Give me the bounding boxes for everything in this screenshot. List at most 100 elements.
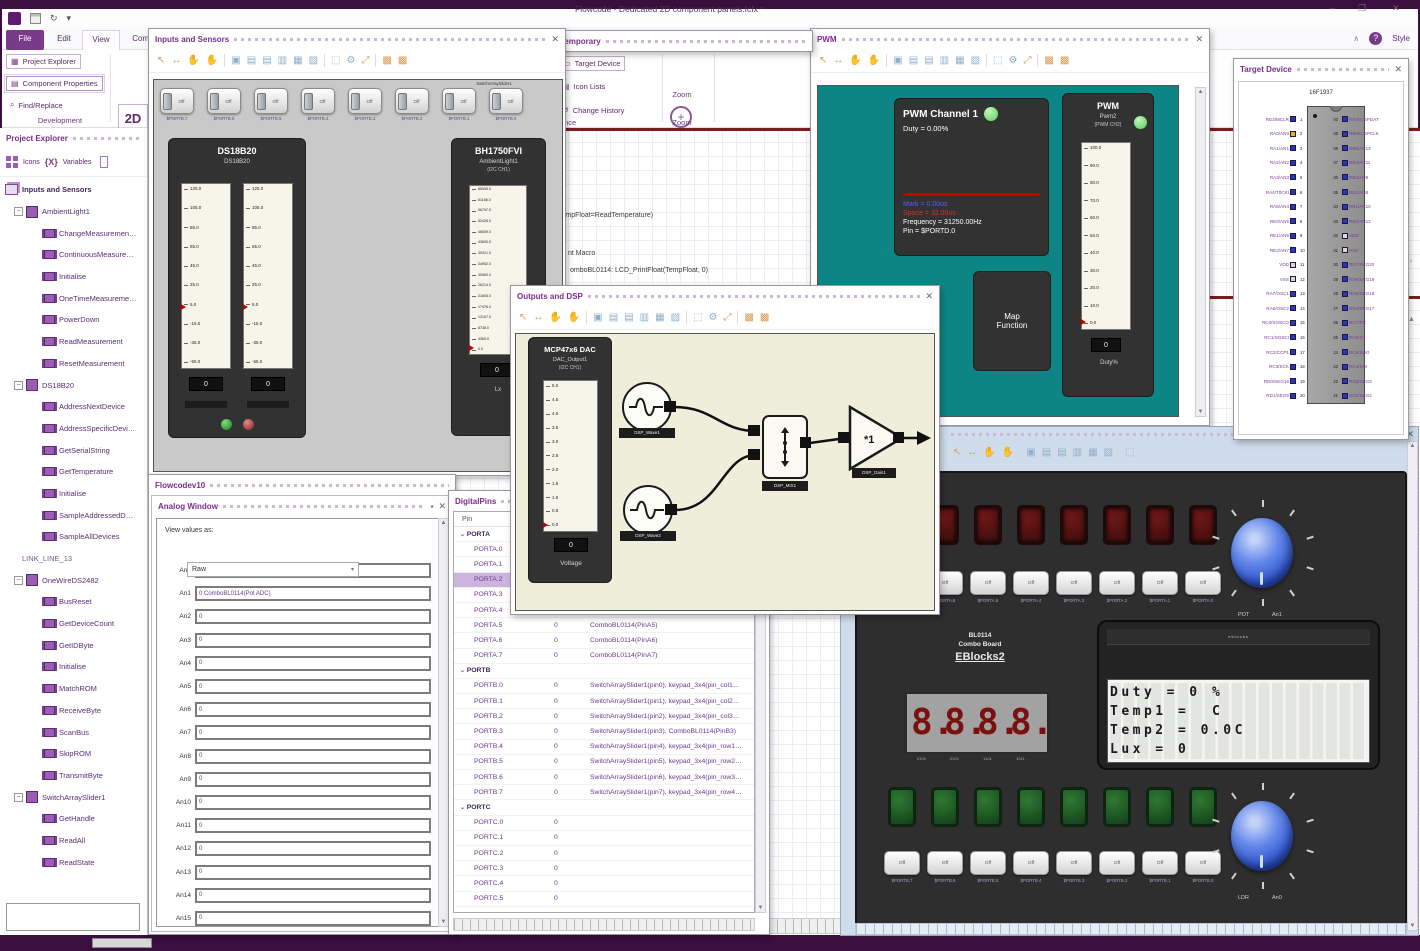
toggle-button[interactable]: Off — [1013, 571, 1049, 595]
toolbar-icon[interactable]: ↔ — [171, 55, 181, 66]
toolbar-icon[interactable] — [1037, 54, 1039, 67]
tree-item[interactable]: − ReadState — [0, 851, 147, 873]
tree-item[interactable]: − Inputs and Sensors — [0, 179, 147, 201]
slide-switch[interactable]: Off — [348, 88, 382, 114]
toolbar-icon[interactable]: ▩ — [760, 312, 769, 323]
toolbar-icon[interactable]: ▦ — [1088, 448, 1097, 458]
analog-row[interactable]: An2 0 — [157, 605, 439, 628]
toolbar-icon[interactable]: ▤ — [624, 312, 633, 323]
slide-switch[interactable]: Off — [442, 88, 476, 114]
analog-row[interactable]: An4 0 — [157, 652, 439, 675]
toolbar-icon[interactable]: ▧ — [1104, 448, 1113, 458]
toolbar-icon[interactable]: ▤ — [1042, 448, 1051, 458]
pin-row[interactable]: PORTB — [454, 664, 754, 679]
analog-row[interactable]: An9 0 — [157, 768, 439, 791]
minimize-button[interactable]: – — [1330, 3, 1335, 13]
toolbar-icon[interactable]: ⚙ — [346, 55, 355, 66]
tree-item[interactable]: − GetTemperature — [0, 461, 147, 483]
tree-item[interactable]: − BusReset — [0, 591, 147, 613]
toolbar-icon[interactable]: ↖ — [819, 55, 827, 66]
scroll-up-icon[interactable]: ▲ — [1408, 316, 1415, 323]
toggle-button[interactable]: Off — [927, 851, 963, 875]
analog-row[interactable]: An1 0 ComboBL0114(Pot ADC) — [157, 582, 439, 605]
analog-value-field[interactable]: 0 — [195, 655, 431, 671]
tree-item[interactable]: − GetSerialString — [0, 439, 147, 461]
analog-value-field[interactable]: 0 — [195, 609, 431, 625]
analog-value-field[interactable]: 0 — [195, 632, 431, 648]
tree-item[interactable]: − GetDeviceCount — [0, 613, 147, 635]
pin-row[interactable]: RC3/SCK 18 23 RC4/SDI — [1242, 359, 1402, 374]
analog-value-field[interactable]: 0 — [195, 679, 431, 695]
toolbar-icon[interactable]: ✋ — [983, 448, 995, 458]
zoom-button[interactable]: Zoom — [664, 90, 700, 99]
analog-value-field[interactable]: 0 — [195, 748, 431, 764]
tree-item[interactable]: − LINK_LINE_13 — [0, 548, 147, 570]
pot-knob[interactable] — [1231, 518, 1293, 588]
pin-row[interactable]: PORTC.3 0 — [454, 861, 754, 877]
expander-icon[interactable]: − — [14, 380, 23, 390]
toolbar-icon[interactable]: ▧ — [971, 55, 980, 66]
pin-row[interactable]: PORTC.4 0 — [454, 876, 754, 892]
toolbar-icon[interactable]: ⤢ — [361, 55, 369, 66]
slide-switch[interactable]: Off — [489, 88, 523, 114]
analog-row[interactable]: An10 0 — [157, 791, 439, 814]
toolbar-icon[interactable]: ▩ — [1044, 55, 1053, 66]
tree-item[interactable]: − PowerDown — [0, 309, 147, 331]
toolbar-icon[interactable]: ↔ — [533, 312, 543, 323]
toolbar-icon[interactable]: ⤢ — [723, 312, 731, 323]
tree-item[interactable]: − OneWireDS2482 — [0, 569, 147, 591]
restore-button[interactable]: ❐ — [1358, 3, 1366, 14]
slide-switch[interactable]: Off — [160, 88, 194, 114]
pin-row[interactable]: PORTC — [454, 800, 754, 816]
toolbar-icon[interactable]: ↖ — [157, 55, 165, 66]
toolbar-icon[interactable]: ▤ — [247, 55, 256, 66]
pin-row[interactable]: RA3/AN3 5 36 RB3/AN9 — [1242, 170, 1402, 185]
pin-row[interactable]: RA2/AN2 4 37 RB4/AN11 — [1242, 156, 1402, 171]
toolbar-icon[interactable]: ✋ — [1002, 448, 1014, 458]
target-device-toggle[interactable]: ▭ Target Device — [558, 56, 626, 71]
toolbar-icon[interactable]: ▤ — [262, 55, 271, 66]
tree-item[interactable]: − ContinuousMeasure… — [0, 244, 147, 266]
view-mode-dropdown[interactable]: Raw ▾ — [187, 562, 359, 577]
toggle-button[interactable]: Off — [1142, 851, 1178, 875]
help-icon[interactable]: ? — [1369, 32, 1383, 45]
tree-item[interactable]: − SampleAddressedD… — [0, 504, 147, 526]
close-icon[interactable]: ✕ — [551, 34, 559, 45]
toolbar-icon[interactable]: ✋ — [549, 312, 561, 323]
dsp-wave1-block[interactable] — [622, 382, 672, 432]
pin-row[interactable]: PORTA.5 0 ComboBL0114(PinA5) — [454, 618, 754, 634]
analog-row[interactable]: An8 0 — [157, 745, 439, 768]
pin-row[interactable]: PORTC.0 0 — [454, 816, 754, 831]
tree-item[interactable]: − AddressNextDevice — [0, 396, 147, 418]
minimize-icon[interactable]: ▪ — [431, 502, 434, 511]
dac-slider[interactable]: 5.0 4.5 4.0 3.5 3.0 2.5 2.0 1.5 1.0 0.5 0.0 — [543, 380, 598, 532]
pin-row[interactable]: PORTB.3 0 SwitchArraySlider1(pin3), Comb… — [454, 724, 754, 740]
toolbar-icon[interactable]: ▤ — [909, 55, 918, 66]
pwm-slider-scale[interactable]: 100.0 90.0 80.0 70.0 60.0 50.0 40.0 30.0 20.0 10.… — [1081, 142, 1131, 330]
project-explorer-button[interactable]: ▦ Project Explorer — [6, 54, 81, 69]
tree-item[interactable]: − SampleAllDevices — [0, 526, 147, 548]
toggle-button[interactable]: Off — [970, 571, 1006, 595]
ldr-knob[interactable] — [1231, 801, 1293, 871]
toggle-button[interactable]: Off — [1056, 571, 1092, 595]
toggle-button[interactable]: Off — [1099, 571, 1135, 595]
tree-item[interactable]: − AddressSpecificDevi… — [0, 418, 147, 440]
analog-value-field[interactable]: 0 — [195, 725, 431, 741]
toolbar-icon[interactable]: ▣ — [593, 312, 602, 323]
pin-row[interactable]: VDD 11 30 RD7/SEG20 — [1242, 257, 1402, 272]
tree-item[interactable]: − ScanBus — [0, 721, 147, 743]
toolbar-icon[interactable]: ▩ — [382, 55, 391, 66]
tree-item[interactable]: − ReceiveByte — [0, 700, 147, 722]
pin-row[interactable]: RA0/AN0 2 39 RB6/ICSPCLK — [1242, 127, 1402, 142]
toolbar-icon[interactable]: ▥ — [640, 312, 649, 323]
toolbar-icon[interactable]: ▤ — [924, 55, 933, 66]
toolbar-icon[interactable]: ✋ — [849, 55, 861, 66]
dac-block[interactable]: MCP47x6 DAC DAC_Output1 (I2C CH1) 5.0 4.5… — [528, 337, 612, 583]
toolbar-icon[interactable]: ↖ — [953, 448, 961, 458]
find-replace-button[interactable]: ⌕ Find/Replace — [6, 98, 67, 112]
tree-item[interactable]: − ResetMeasurement — [0, 353, 147, 375]
analog-value-field[interactable]: 0 — [195, 771, 431, 787]
style-label[interactable]: Style — [1392, 34, 1410, 43]
analog-row[interactable]: An14 0 — [157, 884, 439, 907]
pin-row[interactable]: PORTB.1 0 SwitchArraySlider1(pin1), keyp… — [454, 694, 754, 710]
